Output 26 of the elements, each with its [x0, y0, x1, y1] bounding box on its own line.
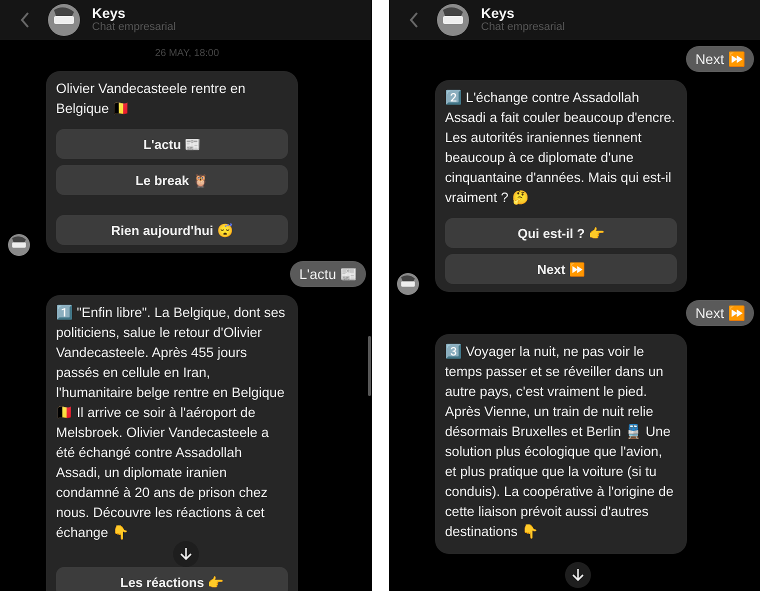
reply-button[interactable]: Qui est-il ? 👉 — [445, 218, 677, 248]
message-text: 2⃣ L'échange contre Assadollah Assadi a fait couler beaucoup d'encre. Les autorités iraniennes tiennent beaucoup à ce diplomate d'une cinquantaine d'années. Mais qui est-il vraiment ? 🤔 — [445, 88, 676, 207]
back-icon[interactable] — [20, 11, 30, 29]
message-text: 1⃣ "Enfin libre". La Belgique, dont ses politiciens, salue le retour d'Olivier Vandecasteele. Après 455 jours passés en cellule en Iran, l'humanitaire belge rentre en Belgique 🇧🇪 Il arrive ce soir à l'aéroport de Melsbroek. Olivier Vandecasteele a été échangé contre Assadollah Assadi, un diplomate iranien condamné à 20 ans de prison chez nous. Découvre les réactions à cet échange 👇 — [56, 304, 286, 542]
chat-subtitle: Chat empresarial — [92, 21, 176, 34]
chat-title: Keys — [92, 6, 126, 20]
user-message: Next ⏩ — [686, 300, 754, 326]
down-arrow-icon — [572, 568, 584, 582]
reply-button[interactable]: Rien aujourd'hui 😴 — [56, 215, 288, 245]
back-icon[interactable] — [409, 11, 419, 29]
chat-subtitle: Chat empresarial — [481, 21, 565, 34]
reply-button[interactable]: L'actu 📰 — [56, 129, 288, 159]
reply-button[interactable]: Le break 🦉 — [56, 165, 288, 195]
scroll-down-button[interactable] — [565, 562, 591, 588]
user-message: Next ⏩ — [686, 46, 754, 72]
reply-button[interactable]: Les réactions 👉 — [56, 567, 288, 591]
down-arrow-icon — [180, 547, 192, 561]
scrollbar[interactable] — [368, 336, 371, 396]
chat-title: Keys — [481, 6, 516, 20]
message-text: 3⃣ Voyager la nuit, ne pas voir le temps passer et se réveiller dans un autre pays, c'est vraiment le pied. Après Vienne, un train de nuit relie désormais Bruxelles et Berlin 🚆 Une solution plus écologique que l'avion, et plus pratique que la voiture (si tu conduis). La coopérative à l'origine de cette liaison prévoit aussi d'autres destinations 👇 — [445, 342, 675, 541]
user-message: L'actu 📰 — [290, 261, 366, 287]
avatar-icon — [437, 4, 469, 36]
message-text: Olivier Vandecasteele rentre en Belgique 🇧🇪 — [56, 80, 246, 118]
date-label: 26 MAY, 18:00 — [154, 48, 220, 59]
reply-button[interactable]: Next ⏩ — [445, 254, 677, 284]
avatar-icon — [48, 4, 80, 36]
